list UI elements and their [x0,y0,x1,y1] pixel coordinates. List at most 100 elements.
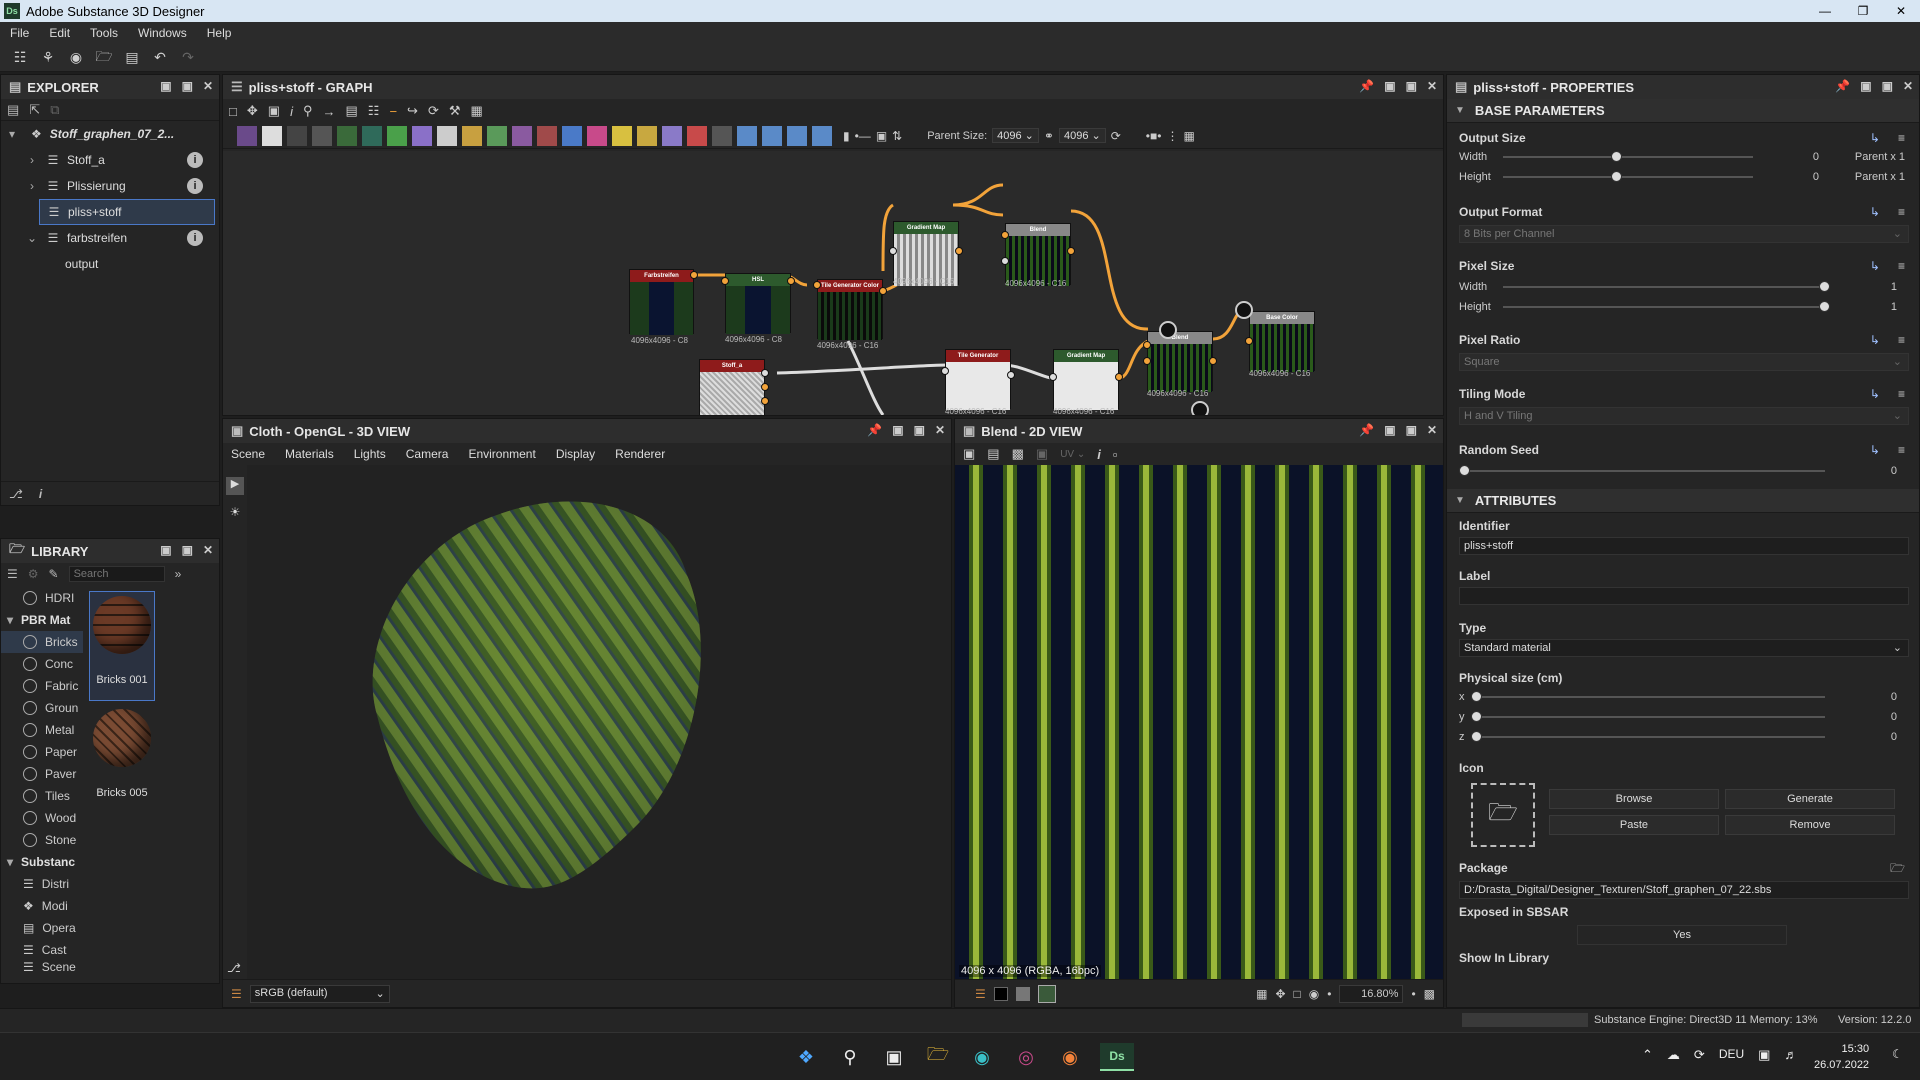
label-input[interactable] [1459,587,1909,605]
screenshot-icon[interactable]: ▣ [268,103,280,119]
output-port[interactable] [690,271,698,279]
atomic-node-icon[interactable] [587,125,607,146]
reset-icon[interactable]: ⟳ [1111,129,1121,143]
refresh-view-icon[interactable]: ▣ [1036,446,1048,462]
tray-expand-icon[interactable]: ⌃ [1642,1047,1653,1063]
clock[interactable]: 15:30 26.07.2022 [1814,1041,1869,1073]
library-cat-substance[interactable]: ▾ Substanc [1,851,83,873]
pan-icon[interactable]: ✥ [247,103,258,119]
output-port[interactable] [787,277,795,285]
close-panel-icon[interactable]: ✕ [1903,79,1913,93]
library-cat-concrete[interactable]: Conc [1,653,83,675]
pin-icon[interactable]: 📌 [867,423,882,437]
save-icon[interactable]: ▤ [123,49,141,67]
dock-icon[interactable]: ▣ [1860,79,1871,93]
package-row[interactable]: ▾ ❖ Stoff_graphen_07_2... [1,121,219,147]
slider-knob[interactable] [1819,281,1830,292]
options-icon[interactable]: ≡ [1898,333,1905,347]
info-tab-icon[interactable]: i [39,487,42,501]
physical-x-slider[interactable]: x 0 [1459,689,1905,705]
zoom-dot-icon[interactable]: • [1327,987,1331,1001]
options-icon[interactable]: ≡ [1898,259,1905,273]
explorer-item-pliss-stoff[interactable]: ☰ pliss+stoff [39,199,215,225]
atomic-node-icon[interactable] [762,125,782,146]
maximize-panel-icon[interactable]: ▣ [1406,79,1417,93]
close-panel-icon[interactable]: ✕ [1427,79,1437,93]
new-folder-icon[interactable]: ☰ [7,567,18,581]
atomic-node-icon[interactable] [337,125,357,146]
maximize-panel-icon[interactable]: ▣ [1406,423,1417,437]
slider-knob[interactable] [1819,301,1830,312]
menu-file[interactable]: File [10,26,29,40]
input-port[interactable] [1245,337,1253,345]
maximize-panel-icon[interactable]: ▣ [182,79,193,93]
redo-icon[interactable]: ↷ [179,49,197,67]
dock-icon[interactable]: ▣ [160,543,171,557]
maximize-button[interactable]: ❐ [1844,0,1882,22]
view3d-menu-scene[interactable]: Scene [231,447,265,461]
viewport-3d[interactable] [247,465,951,979]
export-icon[interactable]: ⇱ [29,102,40,118]
tools-icon[interactable]: ⚒ [449,103,461,119]
substance-designer-icon[interactable]: Ds [1100,1043,1134,1071]
icon-preview[interactable]: 🗁 [1471,783,1535,847]
search-icon[interactable]: ⚲ [303,103,313,119]
parent-size-select[interactable]: 4096 ⌄ [992,128,1039,143]
background-black-icon[interactable] [993,986,1008,1001]
search-icon[interactable]: ⚲ [836,1043,864,1071]
node-list-icon[interactable]: ☷ [368,103,380,119]
atomic-node-icon[interactable] [812,125,832,146]
comment-icon[interactable]: ▮ [843,129,850,143]
uv-toggle[interactable]: UV ⌄ [1060,449,1085,460]
options-icon[interactable]: ≡ [1898,387,1905,401]
atomic-node-icon[interactable] [637,125,657,146]
input-port[interactable] [941,367,949,375]
output-format-select[interactable]: 8 Bits per Channel ⌄ [1459,225,1909,243]
input-port[interactable] [1049,373,1057,381]
generate-button[interactable]: Generate [1725,789,1895,809]
cloud-icon[interactable]: ☁ [1667,1047,1680,1063]
inherit-icon[interactable]: ↳ [1870,387,1880,401]
explorer-item-plissierung[interactable]: › ☰ Plissierung i [1,173,219,199]
library-thumb-bricks-001[interactable]: Bricks 001 [89,591,155,701]
node-hsl[interactable]: HSL [725,273,791,334]
refresh-icon[interactable]: ⚙ [28,567,39,581]
options-icon[interactable]: ≡ [1898,443,1905,457]
output-node-icon[interactable] [1235,301,1253,319]
atomic-node-icon[interactable] [562,125,582,146]
close-panel-icon[interactable]: ✕ [203,79,213,93]
connector-icon[interactable]: •■• [1146,129,1162,143]
package-path-input[interactable]: D:/Drasta_Digital/Designer_Texturen/Stof… [1459,881,1909,899]
maximize-panel-icon[interactable]: ▣ [182,543,193,557]
network-icon[interactable]: ▣ [1758,1047,1770,1063]
pin-node-icon[interactable]: •— [855,129,871,143]
graph-canvas[interactable]: Farbstreifen 4096x4096 - C8 HSL 4096x409… [223,151,1443,415]
output-port[interactable] [761,369,769,377]
nav-icon[interactable]: ⇅ [892,129,902,143]
node-blend-1[interactable]: Blend [1005,223,1071,286]
volume-icon[interactable]: ♬ [1784,1047,1797,1063]
input-port[interactable] [721,277,729,285]
sync-icon[interactable]: ⟳ [1694,1047,1705,1063]
tree-view-icon[interactable]: ⎇ [9,487,23,501]
parent-size-select-2[interactable]: 4096 ⌄ [1058,128,1106,143]
input-port[interactable] [1143,341,1151,349]
atomic-node-icon[interactable] [712,125,732,146]
pin-icon[interactable]: 📌 [1835,79,1850,93]
pin-icon[interactable]: 📌 [1359,79,1374,93]
lock-icon[interactable]: ▩ [1424,987,1435,1001]
output-port[interactable] [1209,357,1217,365]
node-blend-2[interactable]: Blend [1147,331,1213,392]
close-panel-icon[interactable]: ✕ [1427,423,1437,437]
browser-icon[interactable]: ◎ [1012,1043,1040,1071]
view3d-menu-display[interactable]: Display [556,447,595,461]
output-node-icon[interactable] [1191,401,1209,415]
tree-icon[interactable]: ⎇ [227,961,241,975]
library-cat-distri[interactable]: ☰ Distri [1,873,83,895]
link-size-icon[interactable]: ⚭ [1044,129,1054,143]
paste-button[interactable]: Paste [1549,815,1719,835]
viewport-2d[interactable]: 4096 x 4096 (RGBA, 16bpc) [955,465,1443,979]
file-explorer-icon[interactable]: 🗁 [924,1043,952,1071]
output-port[interactable] [1007,371,1015,379]
inherit-icon[interactable]: ↳ [1870,443,1880,457]
